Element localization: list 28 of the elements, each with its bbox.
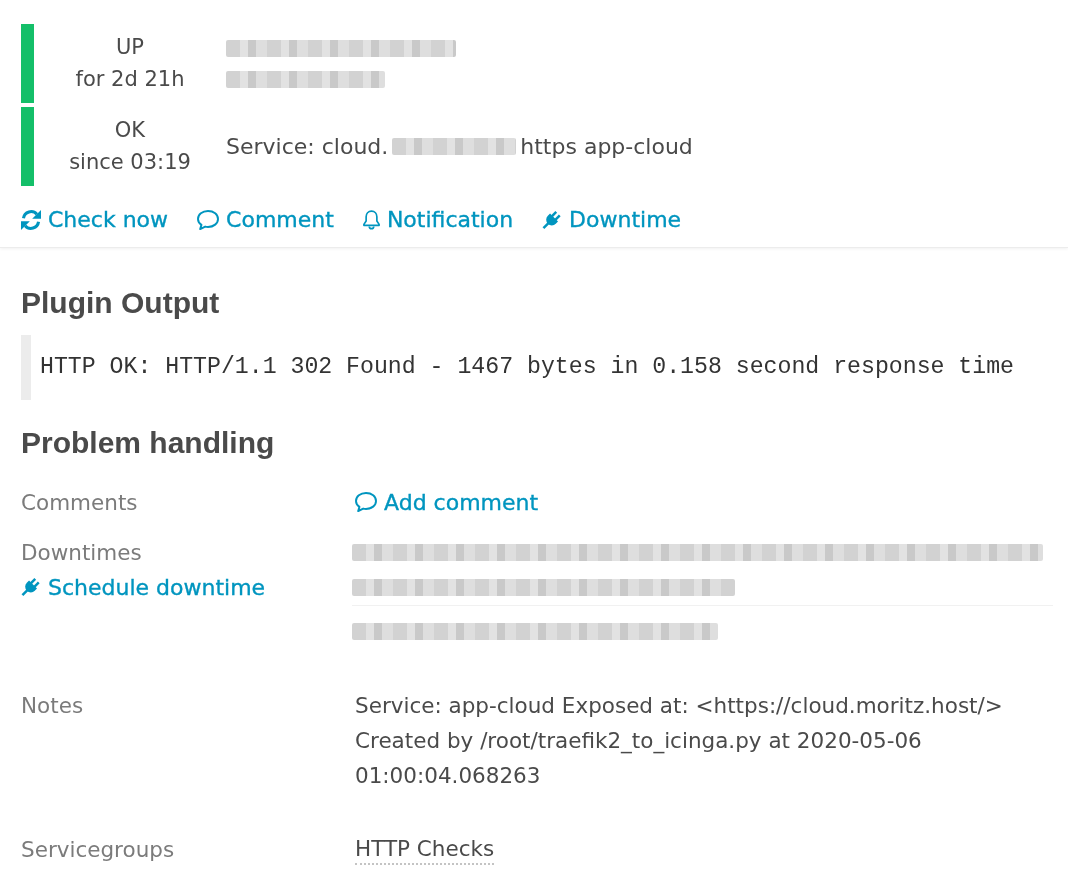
plugin-output: HTTP OK: HTTP/1.1 302 Found - 1467 bytes in 0.158 second response time (21, 335, 1047, 400)
refresh-icon (21, 210, 41, 230)
schedule-downtime-link[interactable]: Schedule downtime (21, 569, 266, 605)
servicegroup-link[interactable]: HTTP Checks (355, 834, 495, 865)
notification-link[interactable]: Notification (362, 204, 514, 236)
speech-bubble-icon (355, 492, 377, 512)
notes-text: Service: app-cloud Exposed at: <https://cloud.moritz.host/> (355, 691, 1003, 720)
section-heading: Problem handling (21, 425, 276, 461)
field-label: Comments (21, 488, 138, 517)
bell-icon (362, 210, 380, 230)
section-heading: Plugin Output (21, 285, 221, 321)
state-duration: since 03:19 (69, 148, 191, 176)
downtime-link[interactable]: Downtime (542, 204, 682, 236)
add-comment-link[interactable]: Add comment (355, 484, 539, 520)
state-label: OK (114, 117, 146, 144)
state-label: UP (115, 34, 144, 61)
plug-icon (542, 210, 563, 230)
plug-icon (21, 577, 41, 597)
state-duration: for 2d 21h (75, 65, 185, 93)
check-now-link[interactable]: Check now (21, 204, 169, 236)
notes-text: Created by /root/traefik2_to_icinga.py at 2020-05-06 01:00:04.068263 (355, 726, 923, 790)
field-label: Notes (21, 691, 84, 720)
speech-bubble-icon (197, 210, 220, 230)
field-label: Servicegroups (21, 835, 175, 864)
service-name-text: https app-cloud (520, 133, 693, 161)
field-label: Downtimes (21, 538, 142, 567)
service-name-text: Service: cloud. (226, 133, 389, 161)
comment-link[interactable]: Comment (197, 204, 334, 236)
